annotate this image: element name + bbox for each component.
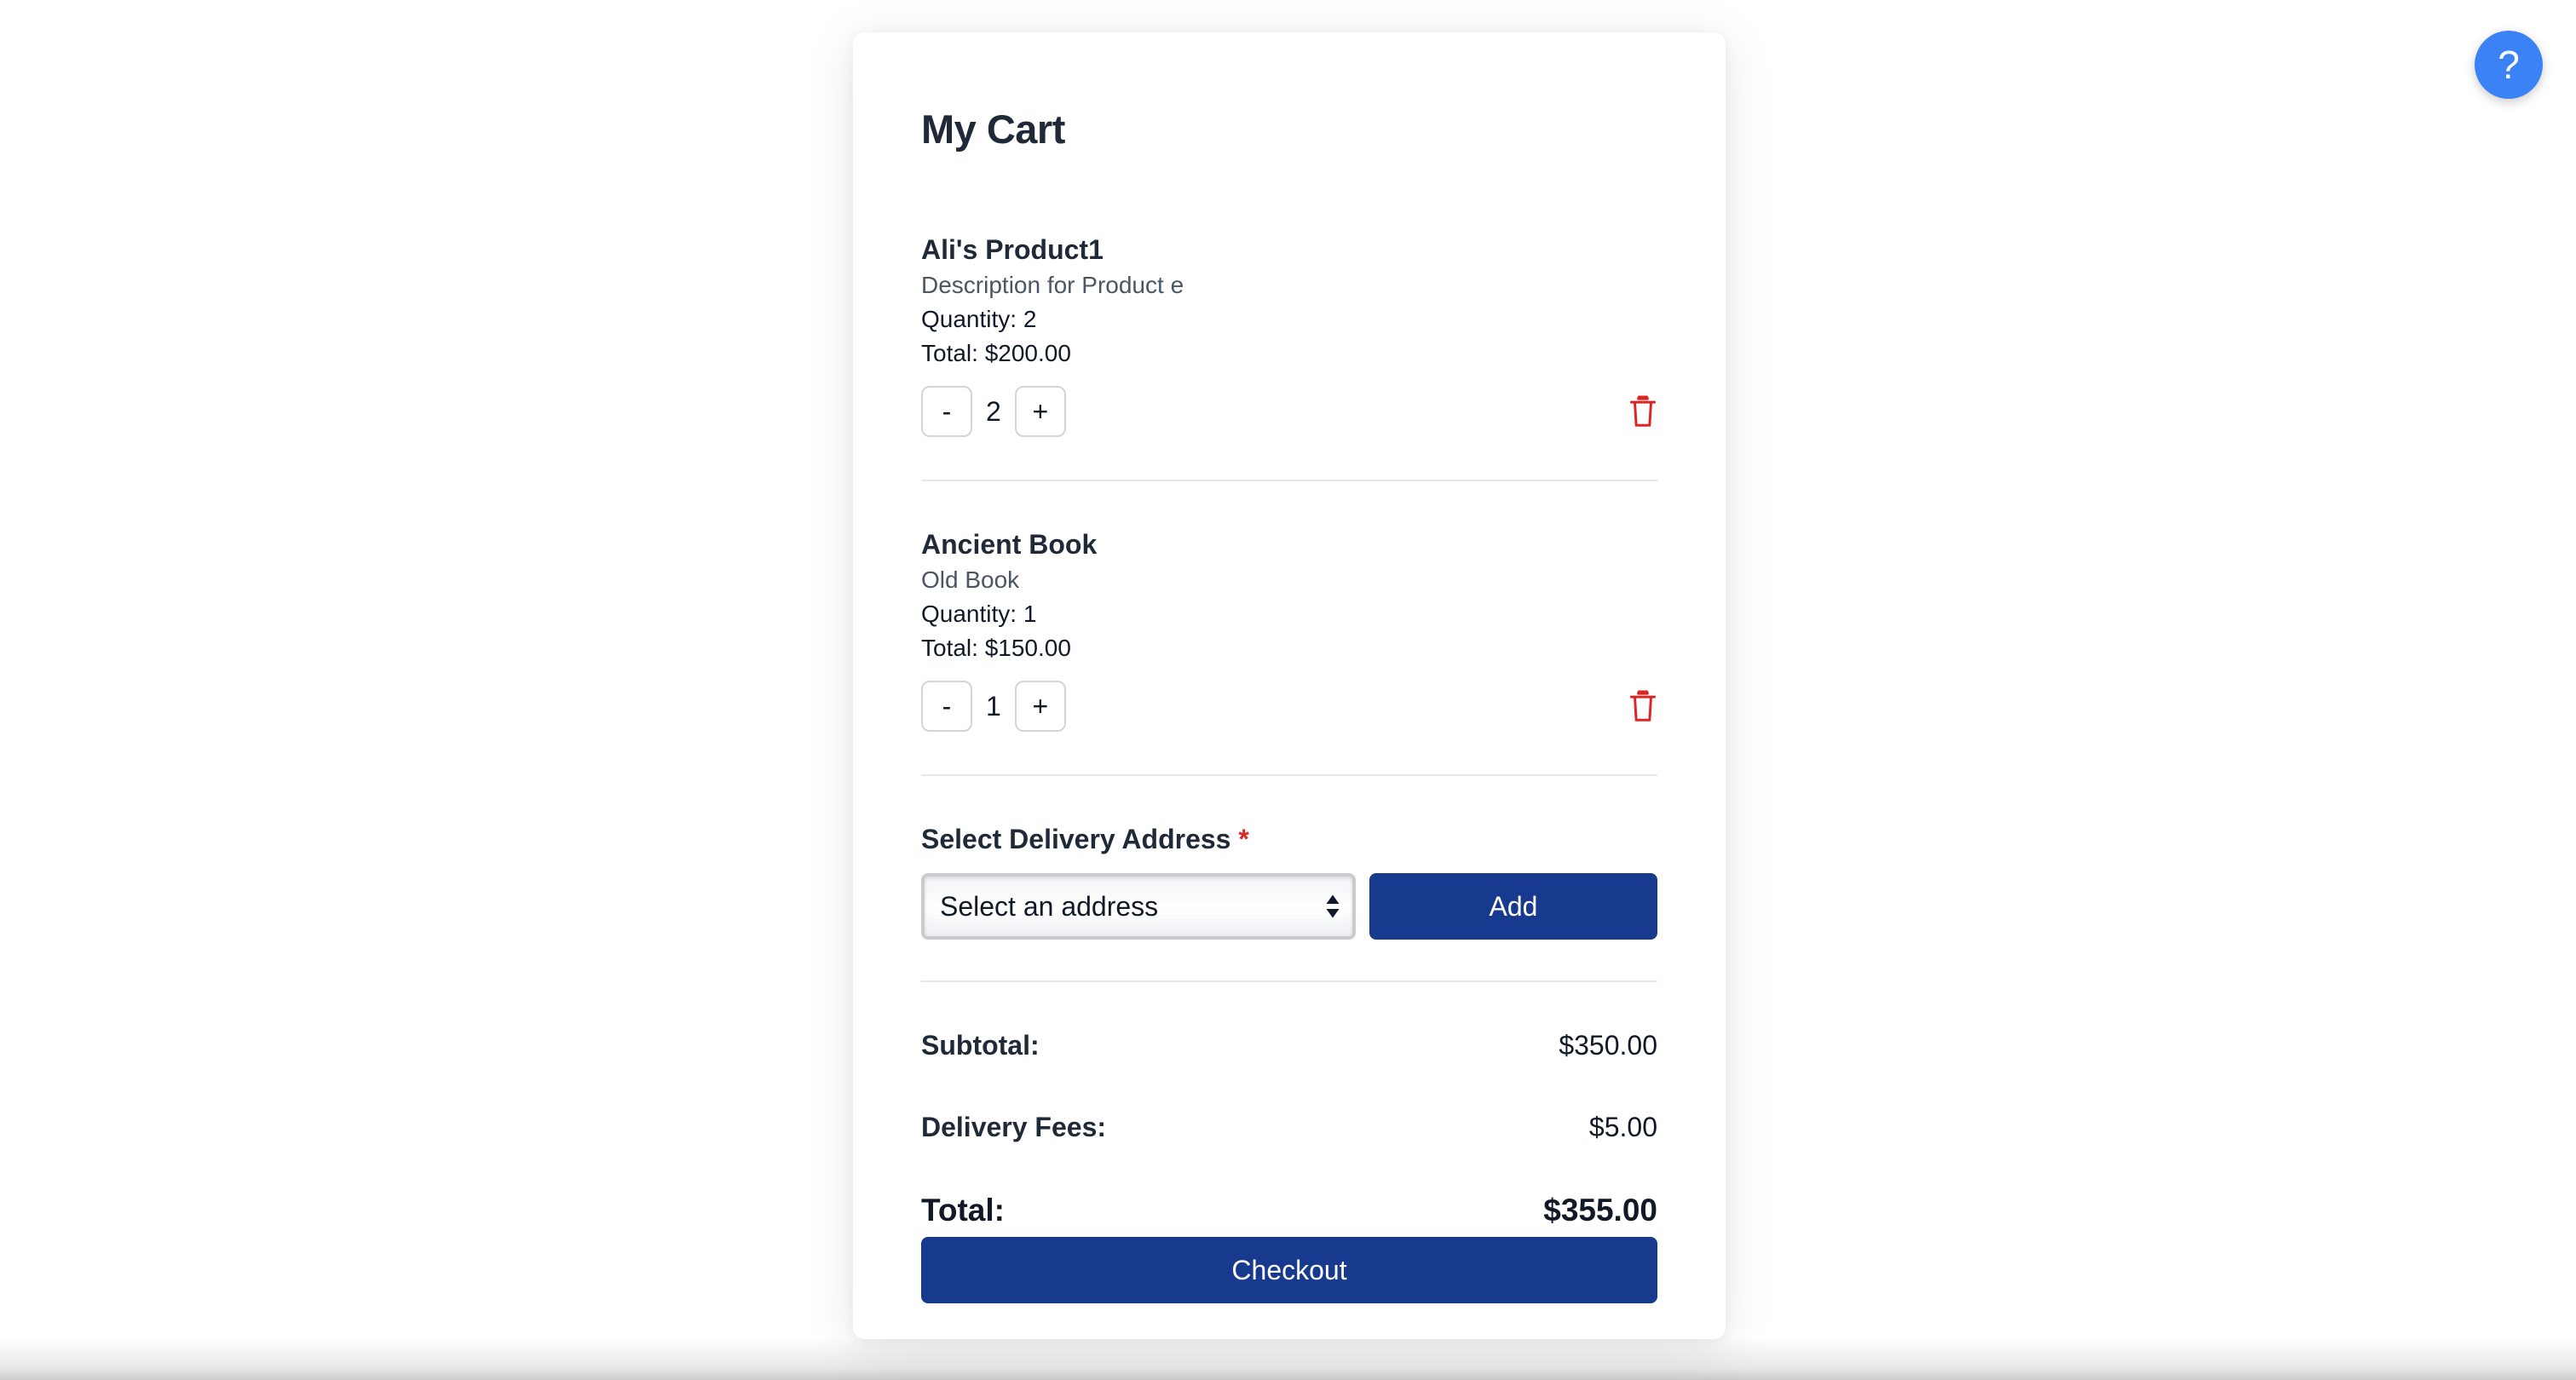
total-label: Total: [921,1193,1005,1228]
divider [921,980,1657,982]
address-label-text: Select Delivery Address [921,824,1231,854]
divider [921,774,1657,776]
item-name: Ancient Book [921,529,1098,560]
address-select[interactable]: Select an address [921,873,1356,940]
help-button[interactable]: ? [2475,31,2543,99]
delivery-fees-label: Delivery Fees: [921,1111,1107,1142]
select-arrows-icon [1326,894,1340,918]
item-description: Description for Product e [921,272,1184,298]
delivery-fees-value: $5.00 [1588,1111,1657,1142]
item-name: Ali's Product1 [921,234,1104,265]
checkout-button[interactable]: Checkout [921,1237,1657,1303]
required-mark: * [1238,824,1249,854]
quantity-value: 2 [986,396,1001,427]
increase-quantity-button[interactable]: + [1014,386,1066,437]
cart-item: Ali's Product1 Description for Product e… [921,233,1657,515]
page: My Cart Ali's Product1 Description for P… [0,0,2576,1380]
total-row: Total: $355.00 [921,1192,1657,1229]
page-title: My Cart [921,106,1065,152]
cart-item: Ancient Book Old Book Quantity: 1 Total:… [921,528,1657,809]
subtotal-label: Subtotal: [921,1029,1040,1061]
divider [921,480,1657,481]
address-select-value: Select an address [940,890,1159,922]
trash-icon[interactable] [1628,395,1657,428]
quantity-stepper: - 1 + [921,680,1066,733]
increase-quantity-button[interactable]: + [1014,681,1066,732]
trash-icon[interactable] [1628,690,1657,722]
cart-card: My Cart Ali's Product1 Description for P… [853,32,1726,1339]
item-quantity: Quantity: 1 [921,601,1037,627]
address-label: Select Delivery Address * [921,823,1249,855]
quantity-stepper: - 2 + [921,385,1066,438]
item-description: Old Book [921,566,1020,593]
item-total: Total: $150.00 [921,635,1071,661]
subtotal-row: Subtotal: $350.00 [921,1026,1657,1064]
total-value: $355.00 [1543,1193,1657,1228]
quantity-value: 1 [986,691,1001,722]
delivery-fees-row: Delivery Fees: $5.00 [921,1108,1657,1146]
decrease-quantity-button[interactable]: - [921,681,972,732]
bottom-shadow [0,1337,2576,1380]
item-quantity: Quantity: 2 [921,306,1037,332]
item-total: Total: $200.00 [921,340,1071,366]
add-address-button[interactable]: Add [1369,873,1657,940]
subtotal-value: $350.00 [1559,1029,1657,1061]
cart-content: My Cart Ali's Product1 Description for P… [921,32,1657,1339]
decrease-quantity-button[interactable]: - [921,386,972,437]
